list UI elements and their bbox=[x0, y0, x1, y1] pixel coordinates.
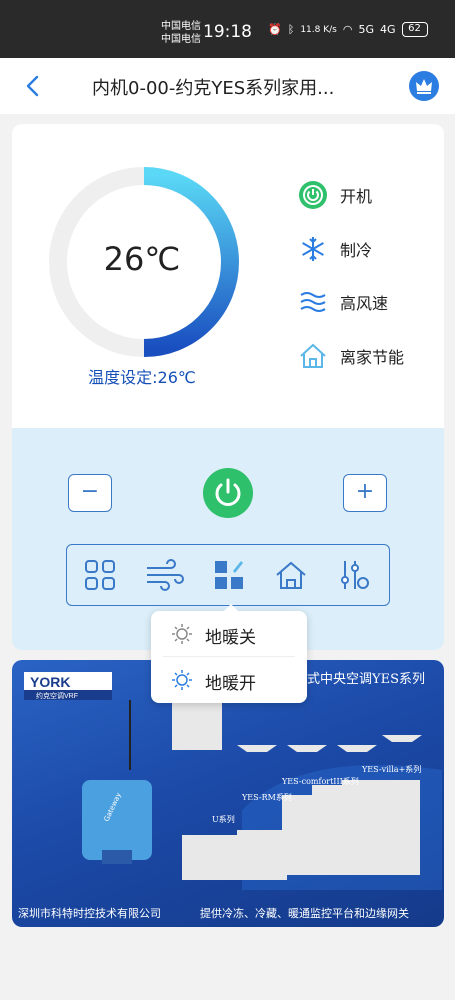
status-eco: 离家节能 bbox=[298, 341, 404, 371]
home-icon bbox=[300, 343, 326, 368]
nav-bar: 内机0-00-约克YES系列家用... bbox=[0, 58, 455, 114]
status-fan-label: 高风速 bbox=[340, 294, 389, 313]
floor-heating-popup: 地暖关 地暖开 bbox=[151, 604, 307, 703]
power-icon bbox=[299, 181, 327, 209]
alarm-icon: ⏰ bbox=[268, 23, 282, 36]
status-power-label: 开机 bbox=[340, 187, 373, 206]
carrier-2: 中国电信 bbox=[161, 34, 201, 45]
clock: 19:18 bbox=[203, 22, 252, 42]
floor-heating-on-label: 地暖开 bbox=[205, 674, 256, 694]
brand-sub: 约克空调VRF bbox=[36, 691, 78, 700]
device-card: 26℃ 温度设定:26℃ 开机 制冷 高风速 离家节能 − + bbox=[12, 124, 444, 650]
power-toggle-icon bbox=[215, 478, 241, 506]
mode-toolbar bbox=[66, 544, 390, 606]
floor-heating-off-option[interactable]: 地暖关 bbox=[151, 611, 307, 655]
series-rm: YES-RM系列 bbox=[241, 792, 292, 802]
mode-select-icon[interactable] bbox=[212, 558, 246, 592]
wind-icon bbox=[300, 292, 326, 312]
status-fan: 高风速 bbox=[298, 287, 388, 317]
banner-headline: 式中央空调YES系列 bbox=[307, 672, 425, 687]
away-home-icon[interactable] bbox=[274, 558, 308, 592]
crown-icon[interactable] bbox=[409, 71, 439, 101]
temp-increase-button[interactable]: + bbox=[343, 474, 387, 512]
brand-logo: YORK bbox=[30, 674, 70, 690]
carrier-1: 中国电信 bbox=[161, 21, 201, 32]
status-mode-label: 制冷 bbox=[340, 241, 373, 260]
settings-sliders-icon[interactable] bbox=[337, 558, 371, 592]
status-mode: 制冷 bbox=[298, 234, 372, 264]
floor-heating-off-label: 地暖关 bbox=[205, 628, 256, 648]
setpoint-label: 温度设定:26℃ bbox=[88, 368, 196, 387]
battery-icon: 62 bbox=[401, 22, 428, 37]
netspeed-text: 11.8 K/s bbox=[300, 24, 337, 35]
sun-icon bbox=[172, 670, 192, 690]
status-eco-label: 离家节能 bbox=[340, 348, 405, 367]
signal-5g: 5G bbox=[358, 23, 374, 36]
floor-heating-on-option[interactable]: 地暖开 bbox=[151, 657, 307, 701]
page-title: 内机0-00-约克YES系列家用... bbox=[92, 78, 335, 99]
status-icons: ⏰ ᛒ 11.8 K/s ◠ 5G 4G 62 bbox=[268, 22, 428, 37]
wifi-icon: ◠ bbox=[342, 23, 353, 36]
grid-apps-icon[interactable] bbox=[83, 558, 117, 592]
power-button[interactable] bbox=[203, 468, 253, 518]
series-u: U系列 bbox=[212, 814, 235, 824]
banner-footer-right: 提供冷冻、冷藏、暖通监控平台和边缘网关 bbox=[200, 906, 409, 920]
temp-decrease-button[interactable]: − bbox=[68, 474, 112, 512]
carrier-text: 中国电信 中国电信 bbox=[161, 20, 201, 46]
series-villa: YES-villa+系列 bbox=[361, 764, 421, 774]
banner-footer-left: 深圳市科特时控技术有限公司 bbox=[18, 906, 161, 920]
series-comfort: YES-comfortIII系列 bbox=[281, 776, 359, 786]
current-temperature: 26℃ bbox=[103, 240, 181, 278]
sun-icon bbox=[172, 624, 192, 644]
signal-4g: 4G bbox=[379, 23, 396, 36]
status-power: 开机 bbox=[298, 180, 372, 210]
bluetooth-icon: ᛒ bbox=[287, 23, 295, 36]
back-arrow-icon[interactable] bbox=[22, 74, 44, 98]
snowflake-icon bbox=[302, 237, 324, 261]
status-bar: 中国电信 中国电信 19:18 ⏰ ᛒ 11.8 K/s ◠ 5G 4G 62 bbox=[0, 0, 455, 58]
fan-speed-icon[interactable] bbox=[145, 558, 185, 592]
